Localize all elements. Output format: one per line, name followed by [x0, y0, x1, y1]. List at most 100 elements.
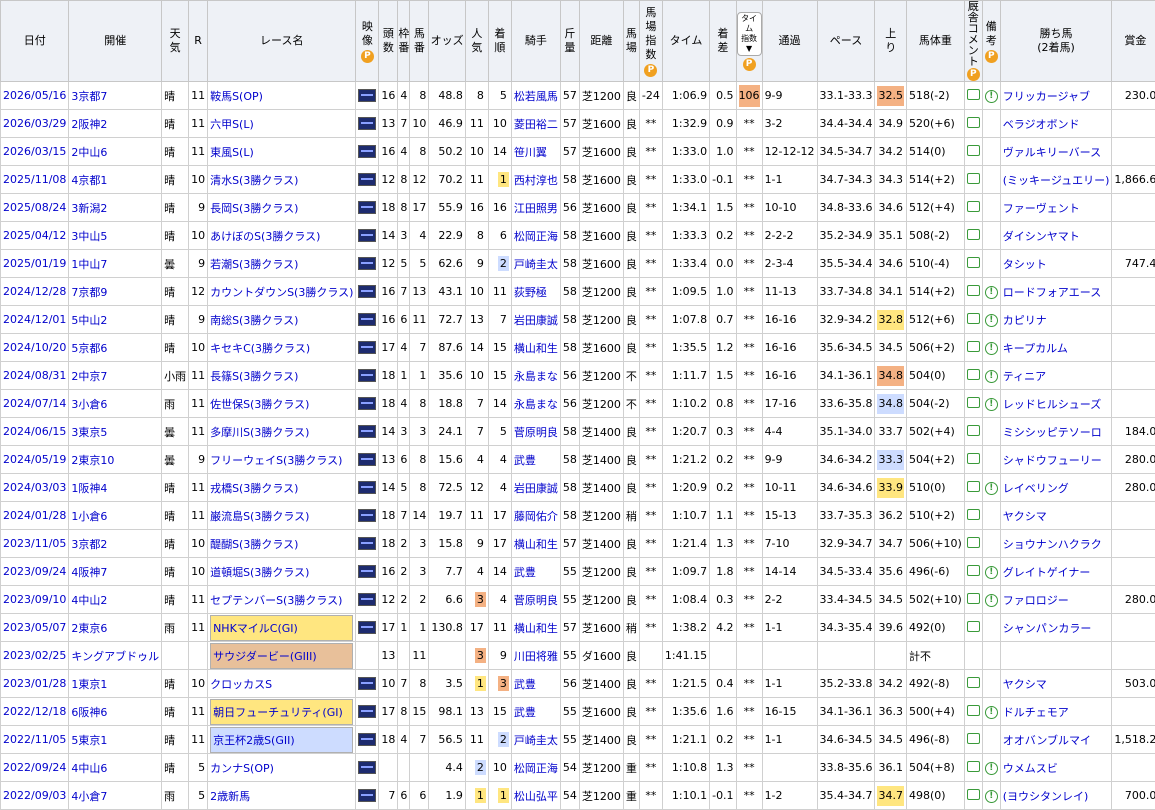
header-date[interactable]: 日付	[1, 1, 69, 82]
jockey-link[interactable]: 菅原明良	[511, 418, 560, 446]
stable-comment-cell[interactable]	[964, 138, 982, 166]
comment-bubble-icon[interactable]	[967, 677, 980, 688]
video-icon[interactable]	[358, 677, 376, 690]
header-odds[interactable]: オッズ	[429, 1, 466, 82]
video-cell[interactable]	[356, 446, 379, 474]
header-track-cond[interactable]: 馬場	[623, 1, 639, 82]
race-name-link[interactable]: 戎橋S(3勝クラス)	[208, 474, 356, 502]
winner-link[interactable]: ヤクシマ	[1000, 502, 1112, 530]
jockey-link[interactable]: 荻野極	[511, 278, 560, 306]
remarks-cell[interactable]: !	[982, 334, 1000, 362]
jockey-link[interactable]: 松岡正海	[511, 754, 560, 782]
date-link[interactable]: 2024/05/19	[1, 446, 69, 474]
video-icon[interactable]	[358, 341, 376, 354]
video-icon[interactable]	[358, 621, 376, 634]
comment-bubble-icon[interactable]	[967, 341, 980, 352]
jockey-link[interactable]: 松若風馬	[511, 82, 560, 110]
comment-bubble-icon[interactable]	[967, 145, 980, 156]
time-index-dropdown[interactable]: タイム指数▼	[737, 12, 762, 56]
remarks-cell[interactable]: !	[982, 782, 1000, 810]
date-link[interactable]: 2022/09/03	[1, 782, 69, 810]
winner-link[interactable]: カピリナ	[1000, 306, 1112, 334]
jockey-link[interactable]: 藤岡佑介	[511, 502, 560, 530]
venue-link[interactable]: 4小倉7	[69, 782, 162, 810]
info-icon[interactable]: !	[985, 566, 998, 579]
stable-comment-cell[interactable]	[964, 446, 982, 474]
header-weather[interactable]: 天気	[162, 1, 189, 82]
video-icon[interactable]	[358, 453, 376, 466]
stable-comment-cell[interactable]	[964, 782, 982, 810]
race-name-link[interactable]: 佐世保S(3勝クラス)	[208, 390, 356, 418]
race-name-link[interactable]: キセキC(3勝クラス)	[208, 334, 356, 362]
info-icon[interactable]: !	[985, 594, 998, 607]
comment-bubble-icon[interactable]	[967, 733, 980, 744]
race-name-link[interactable]: フリーウェイS(3勝クラス)	[208, 446, 356, 474]
winner-link[interactable]: ヤクシマ	[1000, 670, 1112, 698]
date-link[interactable]: 2025/11/08	[1, 166, 69, 194]
video-icon[interactable]	[358, 705, 376, 718]
date-link[interactable]: 2023/11/05	[1, 530, 69, 558]
jockey-link[interactable]: 横山和生	[511, 334, 560, 362]
video-cell[interactable]	[356, 222, 379, 250]
video-cell[interactable]	[356, 194, 379, 222]
jockey-link[interactable]: 永島まな	[511, 362, 560, 390]
stable-comment-cell[interactable]	[964, 502, 982, 530]
date-link[interactable]: 2024/10/20	[1, 334, 69, 362]
comment-bubble-icon[interactable]	[967, 593, 980, 604]
race-name-link[interactable]: セプテンバーS(3勝クラス)	[208, 586, 356, 614]
remarks-cell[interactable]: !	[982, 558, 1000, 586]
video-cell[interactable]	[356, 362, 379, 390]
stable-comment-cell[interactable]	[964, 586, 982, 614]
race-name-link[interactable]: カンナS(OP)	[208, 754, 356, 782]
race-name-link[interactable]: クロッカスS	[208, 670, 356, 698]
comment-bubble-icon[interactable]	[967, 369, 980, 380]
date-link[interactable]: 2024/08/31	[1, 362, 69, 390]
jockey-link[interactable]: 川田将雅	[511, 642, 560, 670]
remarks-cell[interactable]: !	[982, 362, 1000, 390]
video-cell[interactable]	[356, 138, 379, 166]
race-name-link[interactable]: カウントダウンS(3勝クラス)	[208, 278, 356, 306]
date-link[interactable]: 2022/12/18	[1, 698, 69, 726]
venue-link[interactable]: 2東京6	[69, 614, 162, 642]
comment-bubble-icon[interactable]	[967, 229, 980, 240]
venue-link[interactable]: 2中山6	[69, 138, 162, 166]
comment-bubble-icon[interactable]	[967, 425, 980, 436]
winner-link[interactable]: ウメムスビ	[1000, 754, 1112, 782]
date-link[interactable]: 2026/05/16	[1, 82, 69, 110]
date-link[interactable]: 2023/09/24	[1, 558, 69, 586]
video-cell[interactable]	[356, 502, 379, 530]
header-prize[interactable]: 賞金	[1112, 1, 1155, 82]
jockey-link[interactable]: 横山和生	[511, 530, 560, 558]
comment-bubble-icon[interactable]	[967, 789, 980, 800]
winner-link[interactable]: ティニア	[1000, 362, 1112, 390]
comment-bubble-icon[interactable]	[967, 201, 980, 212]
winner-link[interactable]: (ヨウシタンレイ)	[1000, 782, 1112, 810]
remarks-cell[interactable]: !	[982, 698, 1000, 726]
winner-link[interactable]: ドルチェモア	[1000, 698, 1112, 726]
video-icon[interactable]	[358, 593, 376, 606]
comment-bubble-icon[interactable]	[967, 621, 980, 632]
date-link[interactable]: 2025/04/12	[1, 222, 69, 250]
stable-comment-cell[interactable]	[964, 306, 982, 334]
winner-link[interactable]: ミシシッピテソーロ	[1000, 418, 1112, 446]
remarks-cell[interactable]: !	[982, 278, 1000, 306]
winner-link[interactable]: ロードフォアエース	[1000, 278, 1112, 306]
video-icon[interactable]	[358, 789, 376, 802]
venue-link[interactable]: 5京都6	[69, 334, 162, 362]
video-icon[interactable]	[358, 565, 376, 578]
remarks-cell[interactable]: !	[982, 390, 1000, 418]
header-finish[interactable]: 着順	[488, 1, 511, 82]
video-cell[interactable]	[356, 782, 379, 810]
venue-link[interactable]: 2東京10	[69, 446, 162, 474]
venue-link[interactable]: 3東京5	[69, 418, 162, 446]
race-name-link[interactable]: 道頓堀S(3勝クラス)	[208, 558, 356, 586]
header-time-index[interactable]: タイム指数▼P	[736, 1, 762, 82]
header-pace[interactable]: ペース	[817, 1, 875, 82]
comment-bubble-icon[interactable]	[967, 481, 980, 492]
header-winner[interactable]: 勝ち馬(2着馬)	[1000, 1, 1112, 82]
race-name-link[interactable]: 長岡S(3勝クラス)	[208, 194, 356, 222]
jockey-link[interactable]: 武豊	[511, 446, 560, 474]
remarks-cell[interactable]: !	[982, 306, 1000, 334]
video-icon[interactable]	[358, 229, 376, 242]
video-cell[interactable]	[356, 670, 379, 698]
